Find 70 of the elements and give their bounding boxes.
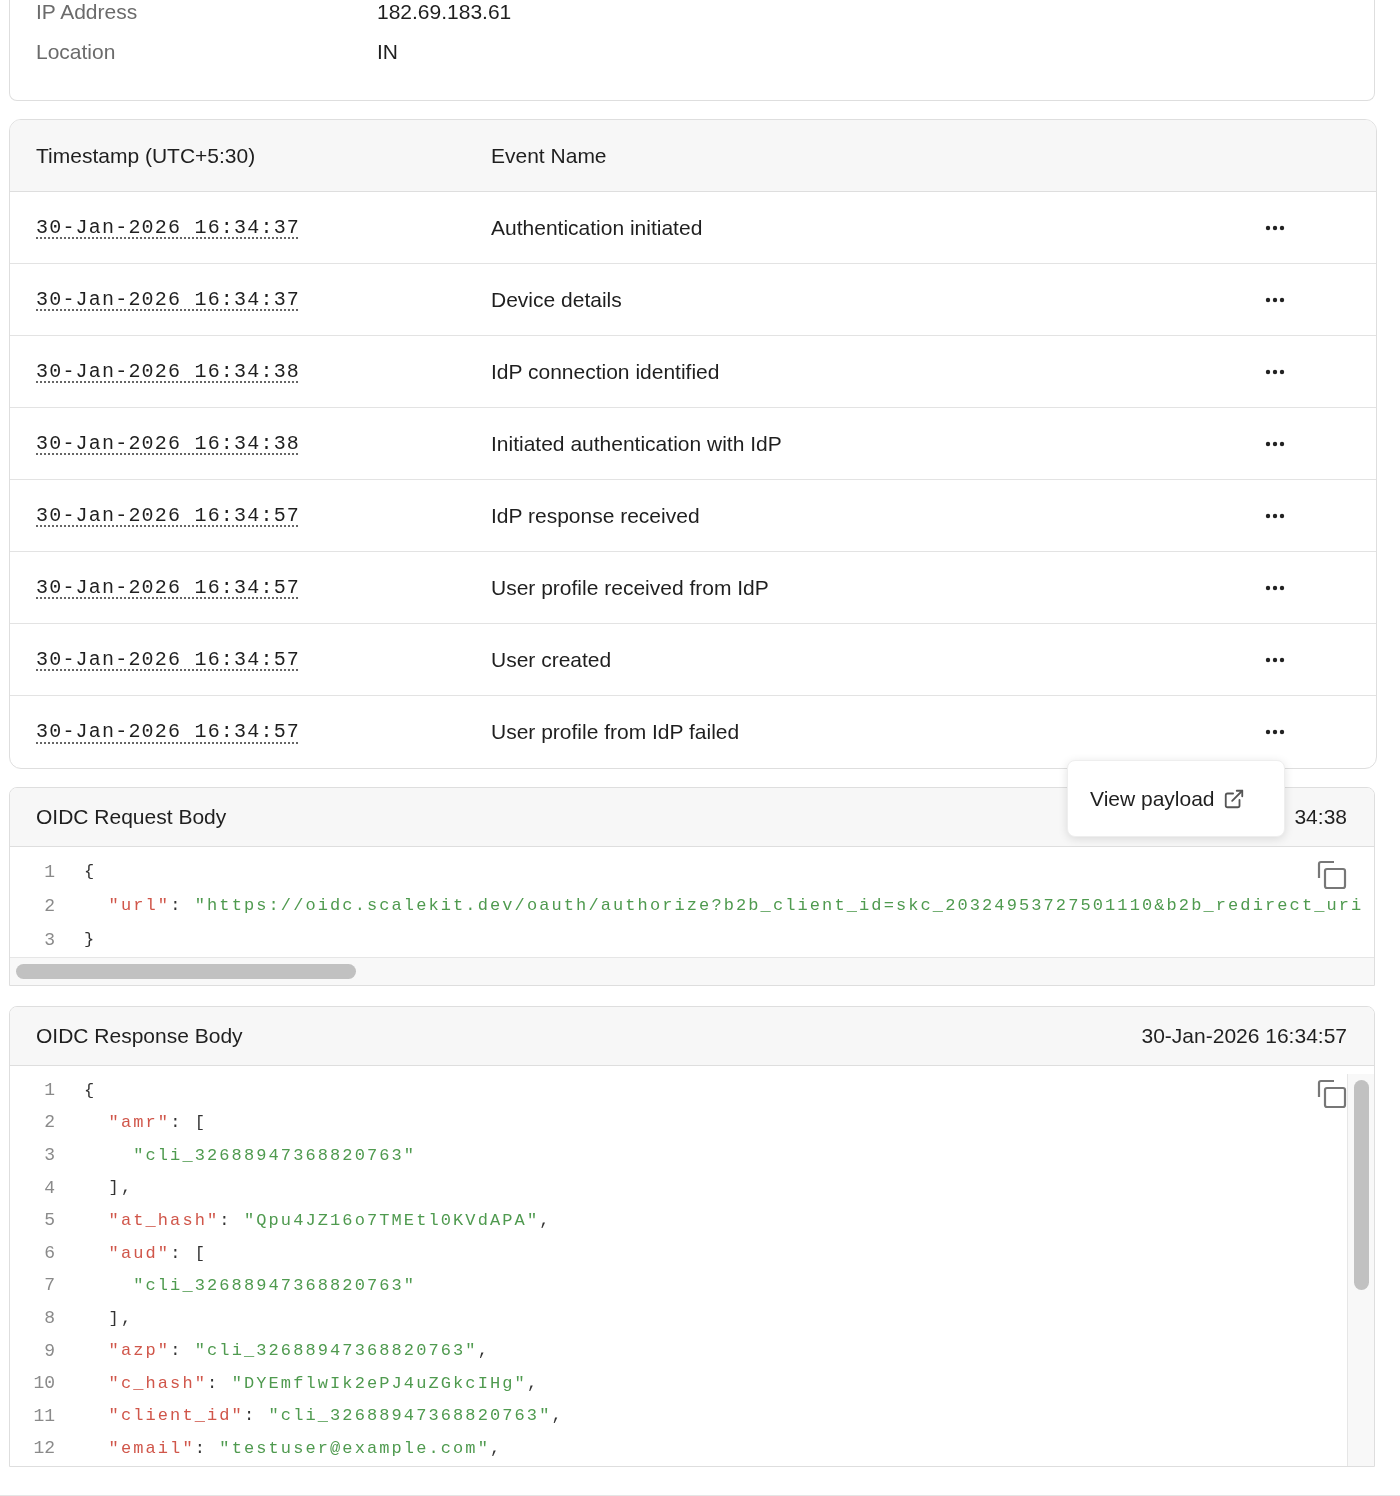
code-line: "email": "testuser@example.com", xyxy=(107,1438,503,1461)
line-number: 2 xyxy=(43,1111,56,1135)
code-line: "url": "https://oidc.scalekit.dev/oauth/authorize?b2b_client_id=skc_20324953727501110&b2b_redirect_uri xyxy=(107,895,1364,918)
more-icon xyxy=(1265,729,1285,735)
code-line: { xyxy=(84,861,97,884)
timestamp: 30-Jan-2026 16:34:37 xyxy=(36,215,301,239)
line-number: 3 xyxy=(43,928,56,952)
event-name: IdP connection identified xyxy=(491,358,721,385)
line-number: 5 xyxy=(43,1209,56,1233)
timestamp: 30-Jan-2026 16:34:38 xyxy=(36,431,301,455)
code-line: "azp": "cli_32688947368820763", xyxy=(107,1340,490,1363)
column-header: Event Name xyxy=(491,142,607,169)
timestamp: 30-Jan-2026 16:34:57 xyxy=(36,503,301,527)
panel-title: OIDC Request Body xyxy=(36,804,227,831)
event-name: Authentication initiated xyxy=(491,214,704,241)
event-name: User profile received from IdP xyxy=(491,574,770,601)
line-number: 9 xyxy=(43,1339,56,1363)
code-line: "amr": [ xyxy=(107,1112,208,1135)
code-line: "at_hash": "Qpu4JZ16o7TMEtl0KVdAPA", xyxy=(107,1209,552,1232)
timestamp: 30-Jan-2026 16:34:37 xyxy=(36,287,301,311)
line-number: 2 xyxy=(43,894,56,918)
panel-timestamp: 34:38 xyxy=(1294,804,1347,831)
more-icon xyxy=(1265,296,1285,303)
timestamp: 30-Jan-2026 16:34:57 xyxy=(36,720,301,743)
line-number: 1 xyxy=(43,1078,56,1102)
line-number: 3 xyxy=(43,1144,56,1167)
panel-timestamp: 30-Jan-2026 16:34:57 xyxy=(1141,1023,1347,1050)
code-line: "c_hash": "DYEmflwIk2ePJ4uZGkcIHg", xyxy=(107,1372,540,1395)
column-header: Timestamp (UTC+5:30) xyxy=(35,142,257,169)
field-label: Location xyxy=(35,40,117,64)
code-line: "cli_32688947368820763" xyxy=(132,1275,417,1298)
code-line: "cli_32688947368820763" xyxy=(132,1144,417,1167)
line-number: 7 xyxy=(43,1274,56,1298)
copy-icon[interactable] xyxy=(1316,859,1348,891)
event-name: Initiated authentication with IdP xyxy=(491,430,783,457)
scrollbar-thumb[interactable] xyxy=(16,964,356,979)
line-number: 11 xyxy=(32,1404,56,1428)
line-number: 10 xyxy=(32,1372,56,1396)
scrollbar-thumb[interactable] xyxy=(1353,1080,1369,1290)
timestamp: 30-Jan-2026 16:34:57 xyxy=(36,575,301,599)
copy-icon[interactable] xyxy=(1316,1078,1348,1110)
code-line: { xyxy=(84,1079,97,1102)
more-icon xyxy=(1265,368,1285,375)
line-number: 6 xyxy=(43,1241,56,1265)
more-icon xyxy=(1265,656,1285,663)
timestamp: 30-Jan-2026 16:34:57 xyxy=(36,647,301,671)
field-value: IN xyxy=(377,40,398,64)
field-label: IP Address xyxy=(35,0,139,24)
line-number: 12 xyxy=(32,1437,56,1461)
code-line: } xyxy=(84,929,97,952)
code-line: "client_id": "cli_32688947368820763", xyxy=(107,1405,564,1428)
view-payload-menu-item[interactable]: View payload xyxy=(1076,776,1259,821)
more-icon xyxy=(1265,440,1285,447)
event-name: Device details xyxy=(491,286,623,313)
code-line: "aud": [ xyxy=(107,1242,208,1265)
event-name: User created xyxy=(491,646,613,673)
timestamp: 30-Jan-2026 16:34:38 xyxy=(36,359,301,383)
code-line: ], xyxy=(107,1307,134,1330)
field-value: 182.69.183.61 xyxy=(377,0,512,24)
more-icon xyxy=(1265,224,1285,231)
panel-title: OIDC Response Body xyxy=(36,1023,243,1050)
line-number: 4 xyxy=(43,1176,56,1200)
event-name: User profile from IdP failed xyxy=(491,719,741,746)
external-link-icon xyxy=(1222,787,1245,810)
more-icon xyxy=(1265,584,1285,591)
code-line: ], xyxy=(107,1177,134,1200)
more-icon xyxy=(1265,512,1285,519)
event-name: IdP response received xyxy=(491,502,701,529)
line-number: 8 xyxy=(43,1306,56,1330)
line-number: 1 xyxy=(43,860,56,884)
